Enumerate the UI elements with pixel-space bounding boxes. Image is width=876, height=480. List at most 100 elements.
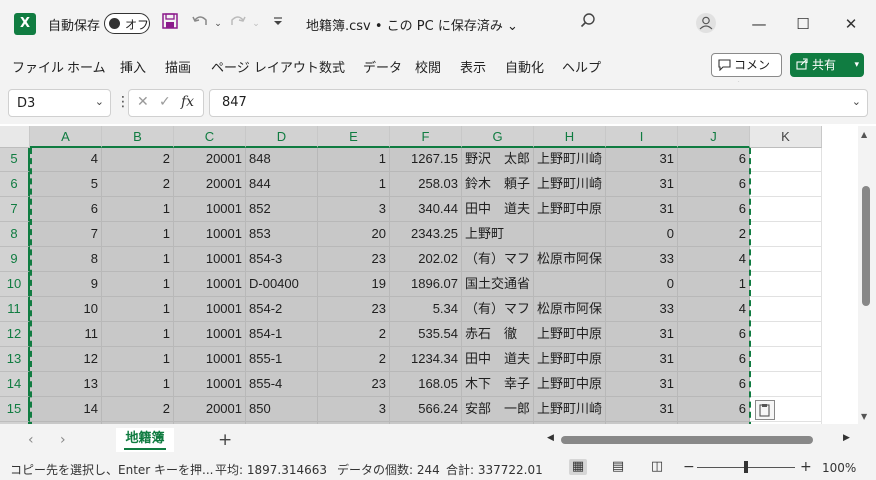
- row-header[interactable]: 14: [0, 372, 30, 397]
- table-cell[interactable]: [750, 147, 822, 172]
- formula-input[interactable]: 847 ⌄: [209, 89, 868, 117]
- table-cell[interactable]: [750, 297, 822, 322]
- table-cell[interactable]: 10001: [174, 347, 246, 372]
- table-cell[interactable]: 19: [318, 272, 390, 297]
- table-cell[interactable]: 上野町川崎: [534, 147, 606, 172]
- table-cell[interactable]: 31: [606, 397, 678, 422]
- table-cell[interactable]: 20001: [174, 172, 246, 197]
- table-cell[interactable]: 0: [606, 222, 678, 247]
- table-cell[interactable]: 10: [30, 297, 102, 322]
- table-cell[interactable]: 1: [102, 347, 174, 372]
- table-cell[interactable]: 8: [30, 247, 102, 272]
- tab-home[interactable]: ホーム: [67, 57, 106, 76]
- table-cell[interactable]: 855-1: [246, 347, 318, 372]
- table-cell[interactable]: （有）マフ: [462, 297, 534, 322]
- table-cell[interactable]: 1: [102, 197, 174, 222]
- horizontal-scrollbar[interactable]: ◀ ▶: [545, 433, 857, 447]
- column-header-e[interactable]: E: [318, 126, 390, 148]
- redo-dropdown-icon[interactable]: ⌄: [244, 12, 268, 36]
- scroll-down-icon[interactable]: ▼: [861, 412, 867, 421]
- table-cell[interactable]: [750, 197, 822, 222]
- vertical-scrollbar[interactable]: ▲ ▼: [858, 126, 876, 424]
- autosave-toggle[interactable]: オフ: [104, 13, 150, 34]
- table-cell[interactable]: [750, 222, 822, 247]
- save-icon[interactable]: [158, 12, 182, 36]
- table-cell[interactable]: 6: [678, 347, 750, 372]
- tab-draw[interactable]: 描画: [165, 57, 191, 76]
- table-cell[interactable]: 上野町: [462, 222, 534, 247]
- close-button[interactable]: ✕: [834, 8, 868, 40]
- maximize-button[interactable]: ☐: [786, 8, 820, 40]
- table-cell[interactable]: 20: [318, 222, 390, 247]
- table-cell[interactable]: 31: [606, 372, 678, 397]
- row-header[interactable]: 13: [0, 347, 30, 372]
- table-cell[interactable]: [750, 347, 822, 372]
- table-cell[interactable]: 6: [678, 397, 750, 422]
- table-cell[interactable]: 12: [30, 347, 102, 372]
- row-header[interactable]: 6: [0, 172, 30, 197]
- table-cell[interactable]: 7: [30, 222, 102, 247]
- table-cell[interactable]: 31: [606, 172, 678, 197]
- row-header[interactable]: 9: [0, 247, 30, 272]
- table-cell[interactable]: [750, 372, 822, 397]
- table-cell[interactable]: [750, 247, 822, 272]
- table-cell[interactable]: 4: [678, 247, 750, 272]
- table-cell[interactable]: 844: [246, 172, 318, 197]
- table-cell[interactable]: 上野町川崎: [534, 397, 606, 422]
- table-cell[interactable]: [534, 272, 606, 297]
- table-cell[interactable]: 野沢 太郎: [462, 147, 534, 172]
- share-button[interactable]: 共有 ▾: [790, 53, 864, 77]
- tab-page-layout[interactable]: ページ レイアウト: [211, 57, 319, 76]
- table-cell[interactable]: 1267.15: [390, 147, 462, 172]
- table-cell[interactable]: 1: [102, 372, 174, 397]
- table-cell[interactable]: 340.44: [390, 197, 462, 222]
- column-header-b[interactable]: B: [102, 126, 174, 148]
- table-cell[interactable]: 33: [606, 297, 678, 322]
- table-cell[interactable]: 6: [678, 197, 750, 222]
- table-cell[interactable]: 33: [606, 247, 678, 272]
- tab-view[interactable]: 表示: [460, 57, 486, 76]
- table-cell[interactable]: 31: [606, 322, 678, 347]
- table-cell[interactable]: 853: [246, 222, 318, 247]
- enter-icon[interactable]: ✓: [159, 94, 171, 110]
- row-header[interactable]: 8: [0, 222, 30, 247]
- scroll-thumb[interactable]: [862, 186, 870, 306]
- table-cell[interactable]: 赤石 徹: [462, 322, 534, 347]
- tab-review[interactable]: 校閲: [415, 57, 441, 76]
- table-cell[interactable]: 23: [318, 372, 390, 397]
- comment-button[interactable]: コメント: [711, 53, 782, 94]
- column-header-j[interactable]: J: [678, 126, 750, 148]
- worksheet-grid[interactable]: ABCDEFGHIJK 5 4 2 20001 848 1 1267.15 野沢 太郎 上野町川…: [0, 126, 858, 424]
- row-header[interactable]: 10: [0, 272, 30, 297]
- table-cell[interactable]: 1: [102, 247, 174, 272]
- table-cell[interactable]: 10001: [174, 197, 246, 222]
- table-cell[interactable]: 2343.25: [390, 222, 462, 247]
- scroll-left-icon[interactable]: ◀: [547, 433, 554, 443]
- table-cell[interactable]: 上野町中原: [534, 322, 606, 347]
- zoom-slider-thumb[interactable]: [744, 461, 748, 473]
- table-cell[interactable]: 6: [678, 172, 750, 197]
- insert-function-button[interactable]: fx: [181, 94, 194, 110]
- paste-options-icon[interactable]: [755, 400, 775, 420]
- table-cell[interactable]: 0: [606, 272, 678, 297]
- table-cell[interactable]: 10001: [174, 297, 246, 322]
- table-cell[interactable]: 855-4: [246, 372, 318, 397]
- zoom-in-icon[interactable]: +: [800, 459, 812, 475]
- name-box[interactable]: D3 ⌄: [8, 89, 111, 117]
- table-cell[interactable]: 安部 一郎: [462, 397, 534, 422]
- add-sheet-button[interactable]: +: [218, 430, 232, 450]
- column-header-f[interactable]: F: [390, 126, 462, 148]
- next-sheet-icon[interactable]: ›: [60, 432, 66, 448]
- table-cell[interactable]: 10001: [174, 222, 246, 247]
- table-cell[interactable]: 10001: [174, 247, 246, 272]
- column-header-d[interactable]: D: [246, 126, 318, 148]
- table-cell[interactable]: 20001: [174, 397, 246, 422]
- table-cell[interactable]: 2: [102, 172, 174, 197]
- minimize-button[interactable]: —: [742, 8, 776, 40]
- table-cell[interactable]: 4: [30, 147, 102, 172]
- prev-sheet-icon[interactable]: ‹: [28, 432, 34, 448]
- scroll-right-icon[interactable]: ▶: [843, 433, 850, 443]
- column-header-h[interactable]: H: [534, 126, 606, 148]
- table-cell[interactable]: 4: [678, 297, 750, 322]
- tab-help[interactable]: ヘルプ: [562, 57, 601, 76]
